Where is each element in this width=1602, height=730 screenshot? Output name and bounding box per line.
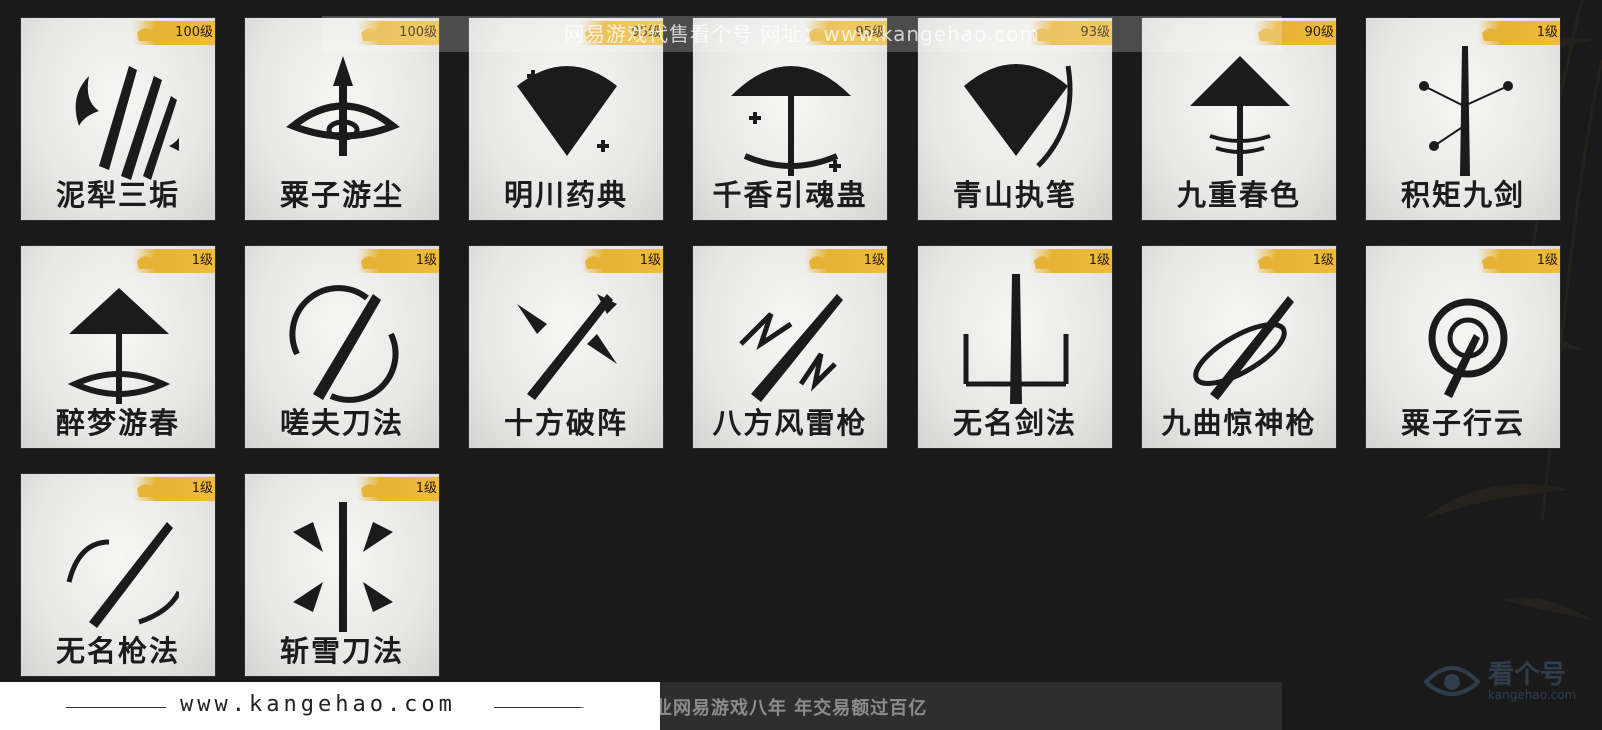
skill-name: 醉梦游春 [55, 406, 180, 440]
watermark-banner: 网易游戏代售看个号 网址：www.kangehao.com [322, 16, 1282, 52]
skill-card[interactable]: 1级无名枪法 [20, 473, 216, 677]
level-text: 1级 [415, 253, 437, 268]
skill-name: 青山执笔 [952, 178, 1077, 212]
footer-url: www.kangehao.com [180, 692, 456, 717]
level-text: 1级 [1536, 253, 1558, 268]
skill-name: 八方风雷枪 [712, 406, 868, 440]
skill-name: 泥犁三垢 [55, 178, 180, 212]
fan-icon [964, 64, 1073, 168]
brand-domain: kangehao.com [1488, 688, 1577, 702]
flame-icon [1034, 252, 1064, 269]
level-text: 1级 [415, 481, 437, 496]
flame-icon [137, 480, 167, 497]
flame-icon [1482, 24, 1512, 41]
skill-card[interactable]: 100级泥犁三垢 [20, 17, 216, 221]
flame-icon [137, 252, 167, 269]
flame-icon [137, 24, 167, 41]
skill-name: 明川药典 [503, 178, 628, 212]
crossed-swords-icon [517, 294, 617, 400]
spear-arc-icon [66, 522, 179, 628]
umbrella-icon [1190, 56, 1290, 176]
claws-flame-icon [75, 66, 179, 180]
flame-icon [1258, 252, 1288, 269]
skill-name: 无名剑法 [952, 406, 1077, 440]
skill-card[interactable]: 1级十方破阵 [468, 245, 664, 449]
level-badge: 1级 [805, 249, 887, 273]
skill-card[interactable]: 1级九曲惊神枪 [1141, 245, 1337, 449]
skill-card[interactable]: 1级八方风雷枪 [692, 245, 888, 449]
flame-icon [585, 252, 615, 269]
sword-ward-icon [963, 274, 1069, 404]
umbrella-heal-icon [731, 66, 851, 176]
skill-card[interactable]: 1级斩雪刀法 [244, 473, 440, 677]
skill-card[interactable]: 1级积矩九剑 [1365, 17, 1561, 221]
skill-name: 九曲惊神枪 [1161, 406, 1317, 440]
level-text: 100级 [175, 25, 213, 40]
skill-name: 千香引魂蛊 [712, 178, 868, 212]
spear-orbit-icon [1193, 296, 1294, 400]
level-text: 1级 [1312, 253, 1334, 268]
level-text: 1级 [639, 253, 661, 268]
skill-name: 粟子行云 [1400, 406, 1525, 440]
skill-name: 嗟夫刀法 [279, 406, 404, 440]
flame-icon [361, 252, 391, 269]
level-badge: 1级 [357, 249, 439, 273]
sword-constellation-icon [1419, 46, 1513, 176]
flame-icon [1482, 252, 1512, 269]
skill-card[interactable]: 1级醉梦游春 [20, 245, 216, 449]
level-badge: 1级 [1030, 249, 1112, 273]
level-text: 1级 [1088, 253, 1110, 268]
skill-grid: 100级 泥犁三垢 100级 粟子游尘 95级 明川药典 95级 千香引魂蛊 93级 青山执笔 90… [0, 0, 1602, 730]
level-badge: 1级 [1254, 249, 1336, 273]
umbrella-swirl-icon [67, 288, 171, 404]
spear-thunder-icon [739, 294, 843, 402]
flame-icon [809, 252, 839, 269]
spear-spiral-icon [1428, 298, 1508, 398]
level-text: 1级 [191, 481, 213, 496]
eye-logo-icon [1423, 666, 1481, 696]
footer-divider-right [494, 707, 584, 708]
level-text: 1级 [863, 253, 885, 268]
fan-heal-icon [517, 66, 617, 156]
blade-arrows-icon [293, 502, 393, 632]
skill-card[interactable]: 1级嗟夫刀法 [244, 245, 440, 449]
spear-swirl-icon [286, 56, 400, 156]
skill-card[interactable]: 1级无名剑法 [917, 245, 1113, 449]
blade-circle-icon [289, 285, 399, 403]
level-badge: 1级 [581, 249, 663, 273]
level-badge: 1级 [133, 477, 215, 501]
brand-name: 看个号 [1488, 660, 1567, 690]
level-badge: 1级 [1478, 249, 1560, 273]
skill-card[interactable]: 1级粟子行云 [1365, 245, 1561, 449]
skill-name: 无名枪法 [55, 634, 180, 668]
level-text: 90级 [1304, 25, 1334, 40]
level-badge: 1级 [1478, 21, 1560, 45]
flame-icon [361, 480, 391, 497]
skill-name: 十方破阵 [503, 406, 628, 440]
level-badge: 100级 [133, 21, 215, 45]
skill-name: 九重春色 [1176, 178, 1301, 212]
footer-slogan: 看个号专业网易游戏八年 年交易额过百亿 [578, 698, 928, 719]
level-badge: 1级 [133, 249, 215, 273]
level-text: 1级 [191, 253, 213, 268]
level-text: 1级 [1536, 25, 1558, 40]
skill-name: 粟子游尘 [279, 178, 404, 212]
brand-logo: 看个号 kangehao.com [1414, 648, 1594, 718]
skill-name: 积矩九剑 [1400, 178, 1525, 212]
footer-divider-left [66, 707, 166, 708]
skill-name: 斩雪刀法 [279, 634, 404, 668]
level-badge: 1级 [357, 477, 439, 501]
